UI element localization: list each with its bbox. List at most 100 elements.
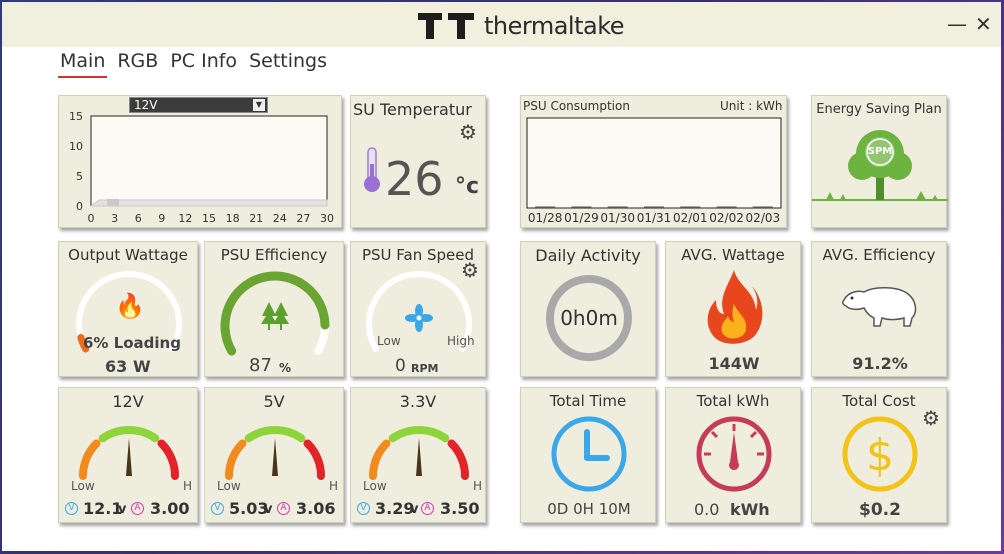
x-tick-label: 0 xyxy=(88,212,95,225)
trees-icon xyxy=(261,302,289,330)
x-tick-label: 27 xyxy=(296,212,310,225)
avg-efficiency-title: AVG. Efficiency xyxy=(822,246,936,264)
brand-name: thermaltake xyxy=(484,12,625,40)
psu-efficiency-value: 87 xyxy=(249,355,272,376)
rail-high-label: H xyxy=(329,479,339,493)
main-tabs: Main RGB PC Info Settings xyxy=(58,50,329,78)
energy-saving-plan-title: Energy Saving Plan xyxy=(816,102,942,117)
dollar-icon: $ xyxy=(842,416,918,492)
rail-high-label: H xyxy=(473,479,483,493)
rail-3v3-voltage: 3.29 xyxy=(375,499,415,518)
y-tick-label: 0 xyxy=(76,200,83,213)
x-tick-label: 6 xyxy=(135,212,142,225)
total-kwh-title: Total kWh xyxy=(696,392,770,410)
close-button[interactable]: ✕ xyxy=(975,14,992,34)
total-kwh-unit: kWh xyxy=(730,500,770,519)
amps-icon: A xyxy=(421,502,434,515)
rail-low-label: Low xyxy=(217,479,241,493)
total-kwh-value: 0.0 xyxy=(694,500,720,519)
x-tick-label: 24 xyxy=(273,212,287,225)
total-kwh-card: Total kWh 0.0 kWh xyxy=(665,387,801,523)
total-time-card: Total Time 0D 0H 10M xyxy=(520,387,656,523)
avg-wattage-value: 144W xyxy=(708,354,760,373)
rail-5v-voltage-unit: v xyxy=(264,502,273,517)
thermaltake-logo-icon xyxy=(418,13,474,39)
consumption-bar xyxy=(680,206,701,208)
x-tick-label: 21 xyxy=(249,212,263,225)
consumption-bar xyxy=(571,206,592,208)
gear-icon[interactable]: ⚙ xyxy=(922,408,940,428)
total-cost-value: $0.2 xyxy=(859,500,901,520)
daily-activity-value: 0h0m xyxy=(560,306,618,330)
polar-bear-icon xyxy=(841,287,917,327)
voltage-icon: V xyxy=(65,502,78,515)
rail-low-label: Low xyxy=(71,479,95,493)
tab-pc-info[interactable]: PC Info xyxy=(168,50,239,78)
meter-icon xyxy=(696,416,772,492)
daily-activity-card: Daily Activity 0h0m xyxy=(520,241,656,377)
flame-icon: 🔥 xyxy=(115,292,145,320)
consumption-bar xyxy=(716,206,737,208)
rail-history-chart: 15 10 5 00 3 6 9 12 15 18 21 24 27 30 xyxy=(69,110,334,225)
x-tick-label: 3 xyxy=(111,212,118,225)
gauge-needle xyxy=(272,438,278,476)
rail-12v-voltage-unit: v xyxy=(118,502,127,517)
avg-wattage-card: AVG. Wattage 144W xyxy=(665,241,801,377)
voltage-icon: V xyxy=(211,502,224,515)
energy-saving-plan-card[interactable]: Energy Saving Plan SPM xyxy=(811,95,948,228)
rail-12v-amps: 3.00 xyxy=(150,499,190,518)
rail-history-card: 12V ▼ 15 10 5 0 0 3 6 9 12 15 18 21 24 27 30 xyxy=(58,95,342,228)
rail-3v3-amps: 3.50 xyxy=(440,499,480,518)
spm-badge: SPM xyxy=(867,146,893,157)
gauge-needle xyxy=(416,438,422,476)
rail-high-label: H xyxy=(183,479,193,493)
series-area xyxy=(89,199,328,207)
x-tick-label: 18 xyxy=(226,212,240,225)
x-tick-label: 12 xyxy=(178,212,192,225)
psu-temperature-value: 26 xyxy=(385,152,444,206)
tab-settings[interactable]: Settings xyxy=(247,50,329,78)
avg-wattage-title: AVG. Wattage xyxy=(681,246,785,264)
x-tick-label: 01/28 xyxy=(528,211,563,225)
psu-efficiency-unit: % xyxy=(279,361,292,375)
series-marker xyxy=(107,199,119,206)
avg-efficiency-value: 91.2% xyxy=(852,354,908,373)
x-tick-label: 02/01 xyxy=(673,211,708,225)
psu-consumption-card: PSU Consumption Unit : kWh 01/28 01/29 01/… xyxy=(520,95,787,228)
svg-text:$: $ xyxy=(866,430,894,481)
minimize-button[interactable]: — xyxy=(947,14,967,34)
fan-speed-unit: RPM xyxy=(411,362,439,375)
total-cost-card: Total Cost ⚙ $ $0.2 xyxy=(811,387,947,523)
fan-speed-value: 0 xyxy=(395,356,406,376)
plot-area xyxy=(526,117,782,209)
x-tick-label: 01/29 xyxy=(564,211,599,225)
gauge-high-zone xyxy=(447,439,469,480)
y-tick-label: 15 xyxy=(69,110,83,123)
title-bar: thermaltake — ✕ xyxy=(2,2,1001,47)
gauge-low-zone xyxy=(369,439,391,480)
fan-icon xyxy=(405,304,433,332)
consumption-bar xyxy=(752,206,773,208)
psu-fan-speed-card: PSU Fan Speed ⚙ Low High 0 RPM xyxy=(350,241,486,377)
tab-rgb[interactable]: RGB xyxy=(115,50,160,78)
app-window: thermaltake — ✕ Main RGB PC Info Setting… xyxy=(2,2,1001,551)
total-time-title: Total Time xyxy=(549,392,627,410)
plot-area xyxy=(90,115,328,207)
y-tick-label: 5 xyxy=(76,170,83,183)
x-tick-label: 01/31 xyxy=(637,211,672,225)
rail-5v-amps: 3.06 xyxy=(296,499,336,518)
x-tick-label: 02/02 xyxy=(709,211,744,225)
rail-low-label: Low xyxy=(363,479,387,493)
rail-5v-voltage: 5.03 xyxy=(229,499,269,518)
tab-main[interactable]: Main xyxy=(58,50,108,78)
output-wattage-card: Output Wattage 🔥 6% Loading 63 W xyxy=(58,241,198,377)
gauge-high-zone xyxy=(303,439,325,480)
psu-temperature-unit: °c xyxy=(455,174,480,199)
clock-icon xyxy=(551,416,627,492)
fan-high-label: High xyxy=(447,334,475,348)
voltage-icon: V xyxy=(357,502,370,515)
flame-icon xyxy=(707,270,763,344)
consumption-bar xyxy=(535,206,556,208)
consumption-bar xyxy=(607,206,628,208)
gear-icon[interactable]: ⚙ xyxy=(459,122,477,142)
